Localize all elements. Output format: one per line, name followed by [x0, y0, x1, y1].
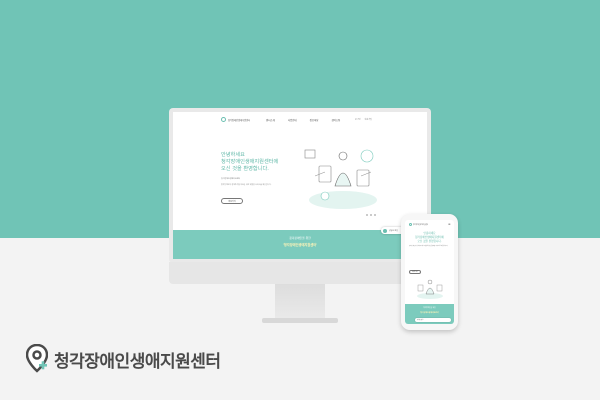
logo-mark-icon [409, 223, 412, 226]
mobile-hero-title: 안녕하세요 청각장애인생애지원센터에 오신 것을 환영합니다. [405, 232, 454, 244]
mobile-screen: 청각장애인생애지원센터 ≡ 안녕하세요 청각장애인생애지원센터에 오신 것을 환… [405, 220, 454, 324]
chat-icon [383, 228, 387, 233]
band-line1: 청각장애인을 위한 [289, 236, 311, 240]
hamburger-menu-icon[interactable]: ≡ [448, 223, 451, 226]
signup-link[interactable]: 회원가입 [365, 118, 372, 121]
desktop-hero-sub: 청각장애인생애지원센터 [221, 178, 281, 181]
brand-logo: 청각장애인생애지원센터 [26, 344, 221, 374]
hero-sub-text: 청각장애인생애지원센터 [221, 178, 241, 180]
hero-title-line: 안녕하세요 [221, 152, 245, 158]
float-widget-label: 상담원 연결 [389, 230, 398, 232]
hero-title-line: 오신 것을 환영합니다. [417, 240, 442, 243]
desktop-logo[interactable]: 청각장애인생애지원센터 [221, 117, 250, 122]
desktop-hero-desc: 청각장애인의 생애주기별 지원을 위한 맞춤형 서비스를 제공합니다. [221, 184, 272, 186]
monitor-base [262, 318, 338, 323]
monitor-chin [169, 262, 431, 284]
desktop-screen: 청각장애인생애지원센터 센터소개 사업안내 정보마당 참여소통 로그인 회원가입… [173, 112, 427, 259]
band-line1: 청각장애인을 위한 [423, 308, 436, 309]
mobile-logo-text: 청각장애인생애지원센터 [413, 224, 429, 226]
brand-name: 청각장애인생애지원센터 [54, 351, 221, 372]
nav-item[interactable]: 사업안내 [288, 118, 297, 122]
nav-item[interactable]: 센터소개 [266, 118, 275, 122]
login-link[interactable]: 로그인 [355, 118, 361, 121]
carousel-dot[interactable] [374, 214, 376, 216]
hero-title-line: 오신 것을 환영합니다. [221, 166, 269, 172]
band-line2: '청각장애인생애지원센터' [419, 312, 440, 314]
desktop-hero-button[interactable]: 바로가기 [221, 198, 243, 204]
hero-title-line: 청각장애인생애지원센터에 [221, 159, 279, 165]
monitor-stand [275, 284, 325, 320]
mobile-hero-illustration [417, 279, 443, 299]
mobile-float-widget[interactable]: 상담원 연결 [415, 318, 451, 322]
hero-illustration [304, 149, 377, 209]
carousel-dot[interactable] [366, 214, 368, 216]
carousel-dot[interactable] [370, 214, 372, 216]
nav-item[interactable]: 정보마당 [310, 118, 319, 122]
mobile-logo[interactable]: 청각장애인생애지원센터 [409, 223, 428, 226]
band-line2: '청각장애인생애지원센터' [282, 243, 318, 247]
location-pin-plus-icon [26, 344, 48, 373]
nav-item[interactable]: 참여소통 [331, 118, 340, 122]
carousel-dots[interactable] [366, 214, 376, 216]
mobile-hero-button[interactable]: 바로가기 [409, 270, 421, 274]
desktop-logo-text: 청각장애인생애지원센터 [228, 118, 251, 122]
desktop-hero-title: 안녕하세요 청각장애인생애지원센터에 오신 것을 환영합니다. [221, 152, 301, 173]
mobile-hero-desc: 청각장애인의 생애주기별 지원을 위한 맞춤형 서비스를 제공합니다. [409, 246, 448, 247]
logo-mark-icon [221, 117, 226, 122]
desktop-nav: 센터소개 사업안내 정보마당 참여소통 [266, 118, 340, 122]
desktop-util-links: 로그인 회원가입 [355, 118, 372, 121]
